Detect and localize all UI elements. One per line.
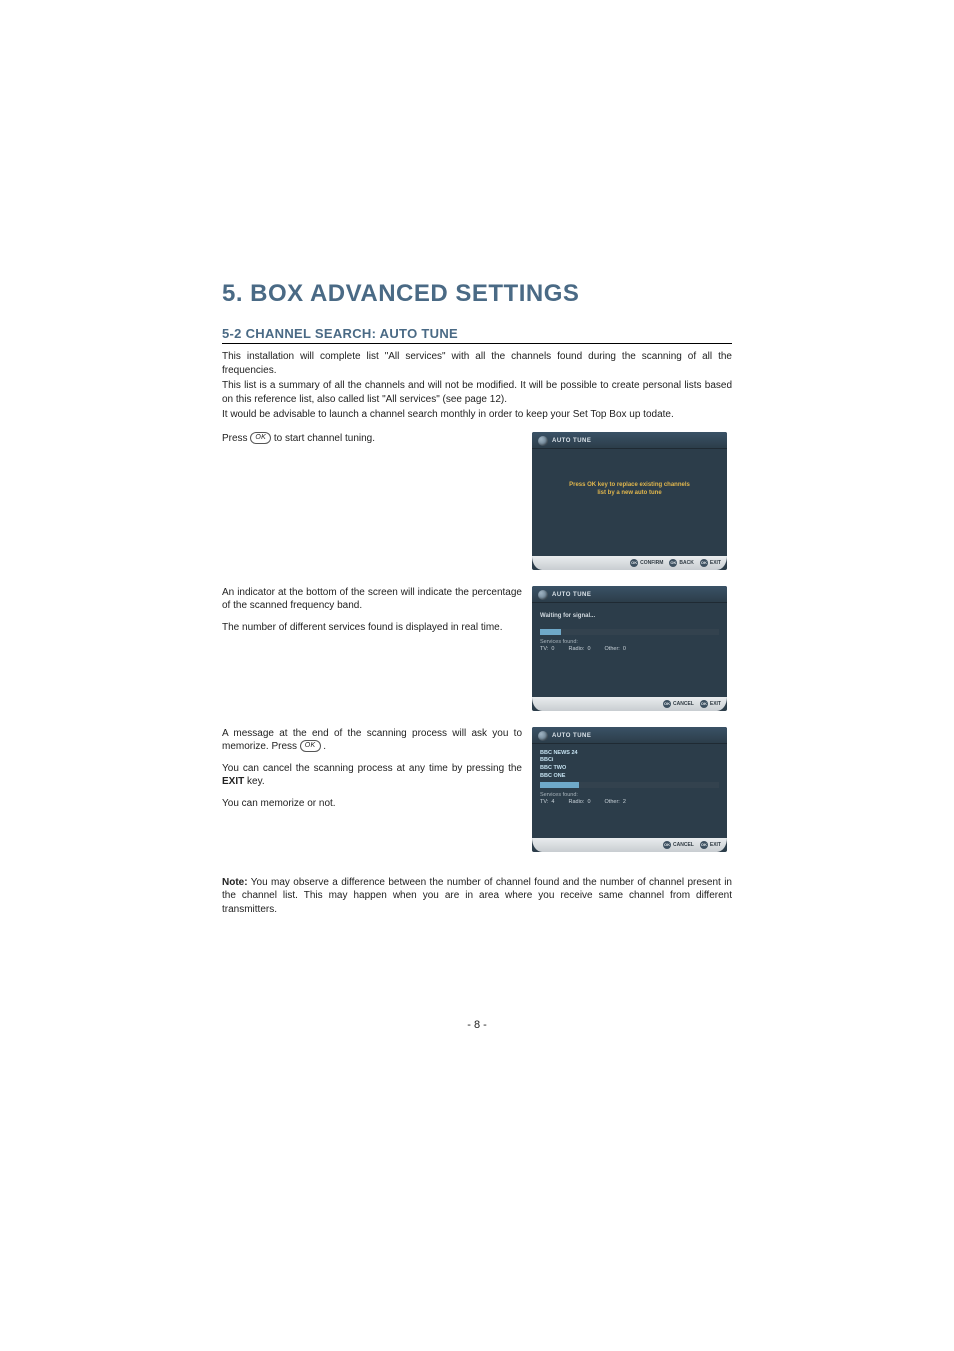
note-text: You may observe a difference between the… [222, 877, 732, 915]
ok-dot-icon: OK [700, 559, 708, 567]
radio-val: 0 [587, 799, 590, 805]
tv-btn-label: CANCEL [673, 842, 694, 848]
radio-label: Radio: [568, 646, 584, 652]
cancel-pre: You can cancel the scanning process at a… [222, 763, 522, 774]
ok-dot-icon: OK [669, 559, 677, 567]
tv-btn-label: CONFIRM [640, 560, 663, 566]
intro-paragraph: This list is a summary of all the channe… [222, 379, 732, 406]
globe-icon [538, 731, 548, 741]
tv-btn-label: CANCEL [673, 701, 694, 707]
press-post: to start channel tuning. [274, 433, 375, 444]
channel-item: BBC ONE [540, 773, 719, 781]
ok-dot-icon: OK [700, 841, 708, 849]
other-label: Other: [605, 646, 620, 652]
tv-btn-label: EXIT [710, 560, 721, 566]
indicator-para: An indicator at the bottom of the screen… [222, 586, 522, 613]
tv-back-button[interactable]: OKBACK [669, 559, 693, 567]
ok-key-icon: OK [250, 432, 271, 444]
tv-cancel-button[interactable]: OKCANCEL [663, 841, 694, 849]
tv-confirm-button[interactable]: OKCONFIRM [630, 559, 663, 567]
intro-paragraph: This installation will complete list "Al… [222, 350, 732, 377]
tv-msg-line: list by a new auto tune [540, 489, 719, 497]
radio-val: 0 [587, 646, 590, 652]
tv-services-label: Services found: [540, 792, 719, 798]
memorize-post: . [323, 741, 326, 752]
ok-dot-icon: OK [630, 559, 638, 567]
tv-val: 0 [551, 646, 554, 652]
tv-btn-label: EXIT [710, 701, 721, 707]
tv-footer: OKCONFIRM OKBACK OKEXIT [532, 556, 727, 570]
tv-footer: OKCANCEL OKEXIT [532, 697, 727, 711]
radio-label: Radio: [568, 799, 584, 805]
tv-progress-bar [540, 782, 719, 788]
memorize-or-not: You can memorize or not. [222, 797, 522, 811]
press-pre: Press [222, 433, 248, 444]
tv-channel-list: BBC NEWS 24 BBCi BBC TWO BBC ONE [540, 750, 719, 781]
tv-header: AUTO TUNE [532, 586, 727, 603]
other-val: 0 [623, 646, 626, 652]
tv-progress-bar [540, 629, 719, 635]
tv-exit-button[interactable]: OKEXIT [700, 841, 721, 849]
tv-header: AUTO TUNE [532, 432, 727, 449]
ok-dot-icon: OK [663, 700, 671, 708]
cancel-para: You can cancel the scanning process at a… [222, 762, 522, 789]
note-label: Note: [222, 877, 248, 888]
cancel-post: key. [244, 776, 264, 787]
ok-dot-icon: OK [663, 841, 671, 849]
tv-screenshot-scanning: AUTO TUNE Waiting for signal... Services… [532, 586, 727, 711]
tv-header-title: AUTO TUNE [552, 438, 591, 444]
tv-val: 4 [551, 799, 554, 805]
tv-msg-line: Press OK key to replace existing channel… [540, 481, 719, 489]
section-title: 5. BOX ADVANCED SETTINGS [222, 280, 732, 308]
ok-dot-icon: OK [700, 700, 708, 708]
page-number: - 8 - [0, 1019, 954, 1031]
tv-services-row: TV: 4 Radio: 0 Other: 2 [540, 799, 719, 805]
subsection-title: 5-2 CHANNEL SEARCH: AUTO TUNE [222, 326, 732, 341]
tv-cancel-button[interactable]: OKCANCEL [663, 700, 694, 708]
channel-item: BBC NEWS 24 [540, 750, 719, 758]
tv-footer: OKCANCEL OKEXIT [532, 838, 727, 852]
other-label: Other: [605, 799, 620, 805]
note-paragraph: Note: You may observe a difference betwe… [222, 876, 732, 917]
tv-header-title: AUTO TUNE [552, 733, 591, 739]
globe-icon [538, 590, 548, 600]
tv-services-row: TV: 0 Radio: 0 Other: 0 [540, 646, 719, 652]
tv-exit-button[interactable]: OKEXIT [700, 700, 721, 708]
memorize-para: A message at the end of the scanning pro… [222, 727, 522, 754]
press-instruction: Press OK to start channel tuning. [222, 432, 522, 446]
services-para: The number of different services found i… [222, 621, 522, 635]
channel-item: BBCi [540, 757, 719, 765]
rule [222, 343, 732, 344]
tv-services-label: Services found: [540, 639, 719, 645]
exit-key-bold: EXIT [222, 776, 244, 787]
tv-screenshot-confirm: AUTO TUNE Press OK key to replace existi… [532, 432, 727, 570]
tv-screenshot-results: AUTO TUNE BBC NEWS 24 BBCi BBC TWO BBC O… [532, 727, 727, 852]
channel-item: BBC TWO [540, 765, 719, 773]
other-val: 2 [623, 799, 626, 805]
tv-btn-label: BACK [679, 560, 693, 566]
ok-key-icon: OK [300, 740, 321, 752]
tv-exit-button[interactable]: OKEXIT [700, 559, 721, 567]
globe-icon [538, 436, 548, 446]
memorize-pre: A message at the end of the scanning pro… [222, 728, 522, 753]
intro-paragraph: It would be advisable to launch a channe… [222, 408, 732, 422]
tv-waiting-text: Waiting for signal... [540, 613, 719, 619]
tv-header: AUTO TUNE [532, 727, 727, 744]
tv-confirm-message: Press OK key to replace existing channel… [540, 481, 719, 498]
tv-btn-label: EXIT [710, 842, 721, 848]
tv-label: TV: [540, 646, 548, 652]
tv-header-title: AUTO TUNE [552, 592, 591, 598]
tv-label: TV: [540, 799, 548, 805]
